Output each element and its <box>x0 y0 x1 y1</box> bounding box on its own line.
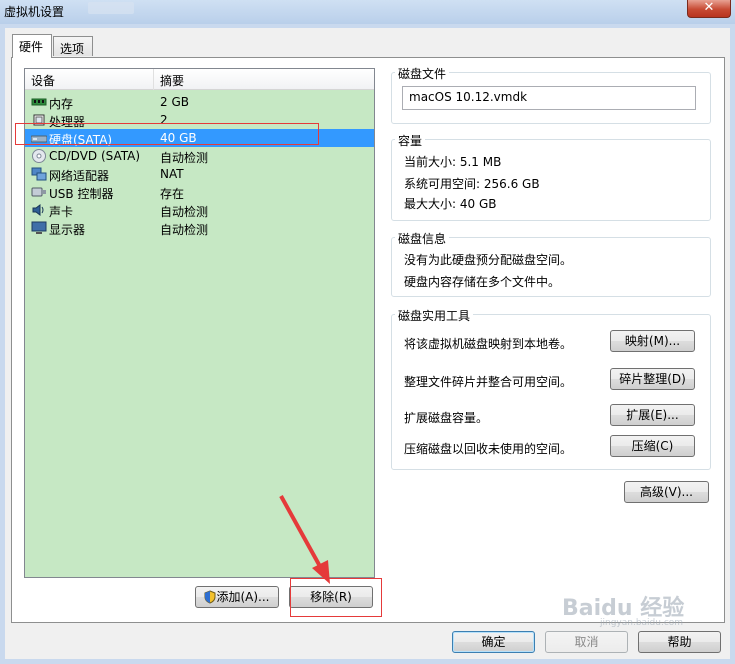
compact-description: 压缩磁盘以回收未使用的空间。 <box>404 442 573 456</box>
ok-button[interactable]: 确定 <box>452 631 535 653</box>
disk-info-line-2: 硬盘内容存储在多个文件中。 <box>404 275 561 289</box>
expand-button[interactable]: 扩展(E)... <box>610 404 695 426</box>
watermark-subtext: jingyan.baidu.com <box>600 618 684 628</box>
capacity-title: 容量 <box>395 132 426 149</box>
map-description: 将该虚拟机磁盘映射到本地卷。 <box>404 337 573 351</box>
map-button[interactable]: 映射(M)... <box>610 330 695 352</box>
current-size-text: 当前大小: 5.1 MB <box>404 155 502 169</box>
baidu-watermark: Baidu 经验 jingyan.baidu.com <box>560 588 732 632</box>
help-button[interactable]: 帮助 <box>638 631 721 653</box>
free-space-text: 系统可用空间: 256.6 GB <box>404 177 540 191</box>
disk-info-title: 磁盘信息 <box>395 230 450 247</box>
advanced-button[interactable]: 高级(V)... <box>624 481 709 503</box>
defragment-button[interactable]: 碎片整理(D) <box>610 368 695 390</box>
expand-description: 扩展磁盘容量。 <box>404 411 489 425</box>
compact-button[interactable]: 压缩(C) <box>610 435 695 457</box>
tab-hardware[interactable]: 硬件 <box>12 34 52 58</box>
max-size-text: 最大大小: 40 GB <box>404 197 497 211</box>
cancel-button[interactable]: 取消 <box>545 631 628 653</box>
disk-file-field[interactable]: macOS 10.12.vmdk <box>402 86 696 110</box>
disk-utilities-title: 磁盘实用工具 <box>395 307 474 324</box>
defragment-description: 整理文件碎片并整合可用空间。 <box>404 375 573 389</box>
disk-info-line-1: 没有为此硬盘预分配磁盘空间。 <box>404 253 573 267</box>
disk-file-title: 磁盘文件 <box>395 65 450 82</box>
